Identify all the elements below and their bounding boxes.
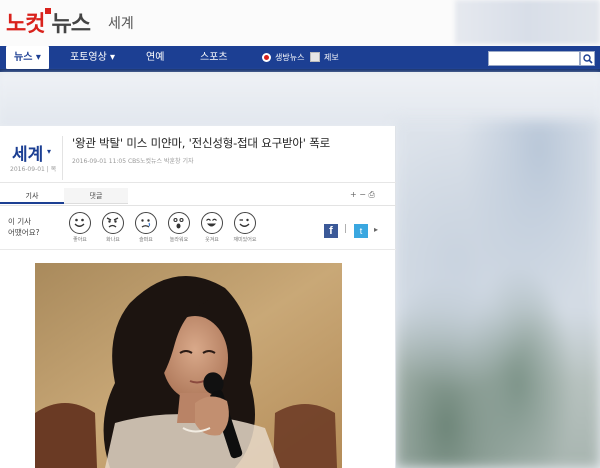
logo-part2: 뉴스 [51,12,90,37]
reaction-label: 좋아요 [73,237,87,243]
reaction-label: 슬퍼요 [139,237,153,243]
article-section-label[interactable]: 세계 [12,140,43,165]
reaction-laugh[interactable]: 웃겨요 [198,212,226,243]
share-separator: | [344,224,348,234]
search-input[interactable] [488,51,580,66]
tab-divider [0,205,396,206]
report-icon [310,52,320,62]
font-size-tools[interactable]: + − ⎙ [350,190,375,200]
section-caret-icon[interactable]: ▾ [47,147,51,156]
facebook-share-button[interactable]: f [324,224,338,238]
reaction-like[interactable]: 좋아요 [66,212,94,243]
article-panel: 세계 ▾ 2016-09-01 | 목 '왕관 박탈' 미스 미얀마, '전신성… [0,126,396,468]
reaction-wink[interactable]: 재미있어요 [231,212,259,243]
headline-divider [0,182,396,183]
surprised-face-icon [168,212,190,234]
reaction-question-line2: 어땠어요? [8,228,40,237]
nav-item-sports[interactable]: 스포츠 [200,46,228,69]
reaction-label: 화나요 [106,237,120,243]
live-news-icon [262,53,271,62]
search-icon [583,54,593,64]
reaction-label: 재미있어요 [233,237,257,243]
article-photo-image [35,263,342,468]
nav-item-news[interactable]: 뉴스 ▾ [6,46,49,69]
share-more-icon[interactable]: ▸ [374,225,378,234]
logo-part1: 노컷 [6,12,45,37]
reaction-question-line1: 이 기사 [8,217,32,226]
article-byline: 2016-09-01 11:05 CBS노컷뉴스 박훈창 기자 [72,158,194,165]
laugh-face-icon [201,212,223,234]
nocutnews-logo[interactable]: 노컷 뉴스 [6,6,91,38]
blurred-banner-area [0,74,600,126]
sad-face-icon [135,212,157,234]
blurred-sidebar [395,120,600,468]
header-divider [62,136,63,180]
nav-item-entertainment[interactable]: 연예 [146,46,164,69]
twitter-share-button[interactable]: t [354,224,368,238]
like-face-icon [69,212,91,234]
nav-item-report[interactable]: 제보 [324,46,339,69]
tab-article[interactable]: 기사 [0,188,64,204]
angry-face-icon [102,212,124,234]
nav-item-photo-video[interactable]: 포토영상 ▾ [70,46,115,69]
header-section-name[interactable]: 세계 [108,13,134,33]
tab-comments[interactable]: 댓글 [64,188,128,204]
article-photo[interactable] [35,263,342,468]
article-headline: '왕관 박탈' 미스 미얀마, '전신성형-접대 요구받아' 폭로 [72,136,330,150]
reaction-label: 놀라워요 [169,237,189,243]
search-button[interactable] [580,51,595,66]
section-date: 2016-09-01 | 목 [10,166,57,173]
reaction-label: 웃겨요 [205,237,219,243]
reaction-surprised[interactable]: 놀라워요 [165,212,193,243]
reaction-sad[interactable]: 슬퍼요 [132,212,160,243]
reaction-angry[interactable]: 화나요 [99,212,127,243]
reaction-question: 이 기사 어땠어요? [8,216,40,238]
reaction-divider [0,249,396,250]
wink-face-icon [234,212,256,234]
masthead: 노컷 뉴스 세계 [0,0,600,46]
top-banner-ad[interactable] [455,0,600,44]
nav-item-live-news[interactable]: 생방뉴스 [275,46,304,69]
